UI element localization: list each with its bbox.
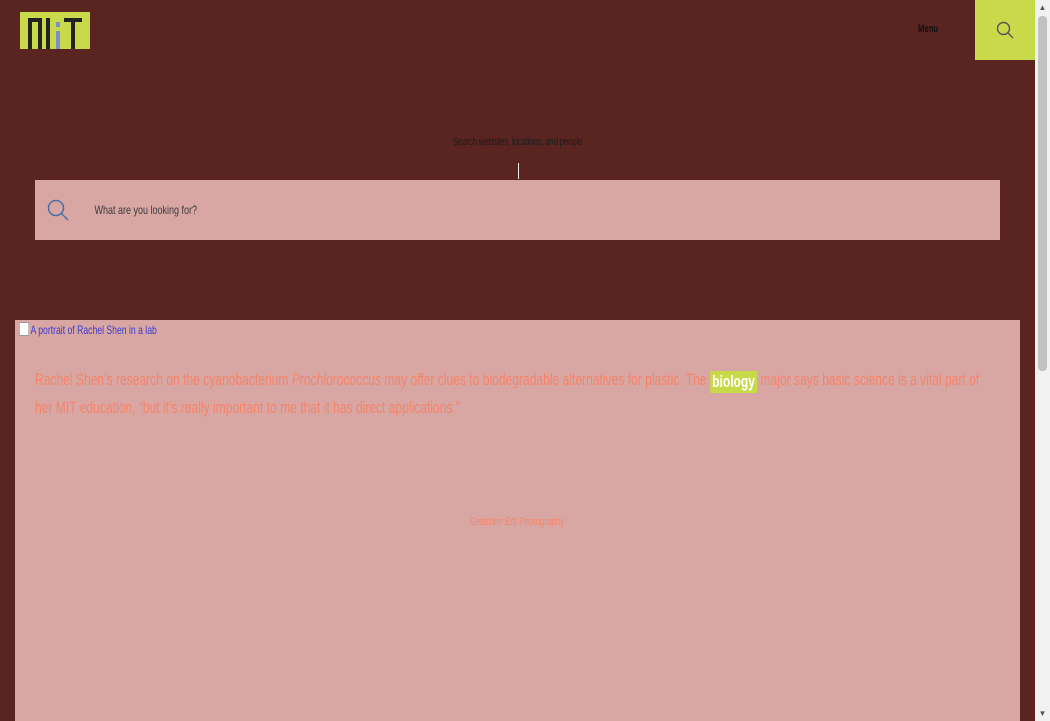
divider	[518, 163, 519, 179]
chevron-down-icon: ⌄	[940, 24, 946, 34]
scrollbar[interactable]: ▲ ▼	[1035, 0, 1050, 721]
page: Menu ⌄ Search websites, locations, and p…	[0, 0, 1035, 721]
search-box	[35, 180, 1000, 240]
biology-tag-link[interactable]: biology	[709, 371, 758, 393]
scrollbar-thumb[interactable]	[1038, 16, 1047, 371]
feature-caption: Rachel Shen’s research on the cyanobacte…	[35, 366, 986, 422]
logo-bar	[56, 31, 60, 49]
search-icon	[47, 199, 93, 221]
broken-image-icon	[19, 322, 30, 336]
menu-label: Menu	[918, 23, 939, 35]
caption-organism: Prochlorococcus	[291, 370, 381, 389]
search-input[interactable]	[93, 202, 756, 218]
logo-bar	[46, 18, 50, 49]
scroll-up-arrow-icon[interactable]: ▲	[1035, 0, 1050, 15]
menu-button[interactable]: Menu ⌄	[918, 20, 946, 38]
photo-credit: Gretchen Ertl Photography	[470, 516, 565, 528]
logo-bar	[38, 18, 42, 49]
caption-text: Rachel Shen’s research on the cyanobacte…	[35, 370, 292, 389]
mit-logo[interactable]	[20, 12, 90, 49]
logo-bar	[71, 18, 75, 49]
scroll-down-arrow-icon[interactable]: ▼	[1035, 706, 1050, 721]
caption-text: may offer clues to biodegradable alterna…	[380, 370, 710, 389]
search-icon	[996, 21, 1014, 39]
image-alt-text: A portrait of Rachel Shen in a lab	[30, 323, 157, 337]
logo-bar	[28, 18, 32, 49]
feature-image[interactable]: A portrait of Rachel Shen in a lab	[19, 322, 157, 337]
feature-panel: A portrait of Rachel Shen in a lab Rache…	[15, 320, 1020, 721]
search-heading: Search websites, locations, and people	[452, 136, 583, 148]
logo-dot	[56, 22, 60, 27]
search-toggle-button[interactable]	[975, 0, 1035, 60]
